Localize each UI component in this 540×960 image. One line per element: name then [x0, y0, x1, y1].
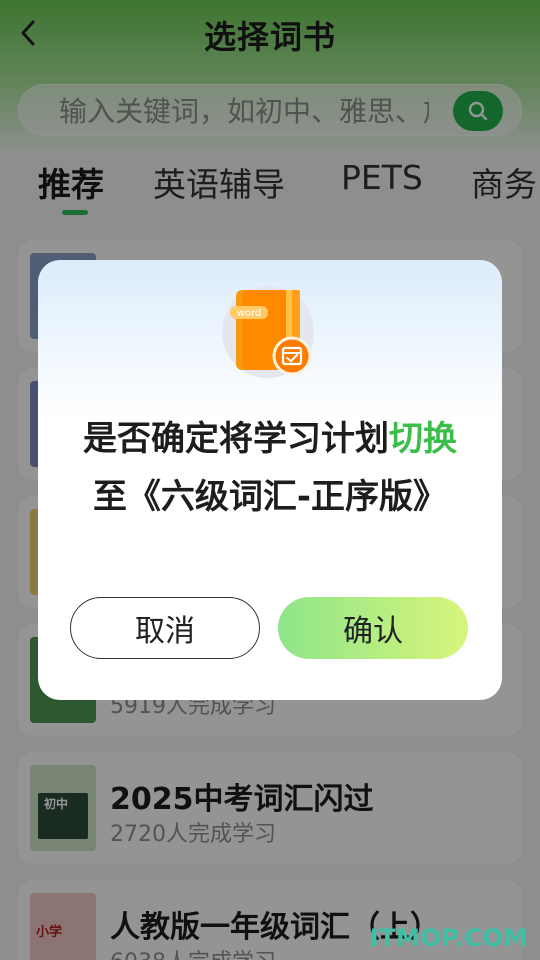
switch-plan-dialog: word 是否确定将学习计划切换至《六级词汇-正序版》 取消 确认 — [38, 260, 502, 700]
dialog-message: 是否确定将学习计划切换至《六级词汇-正序版》 — [74, 410, 466, 526]
watermark: ITMOP.COM — [369, 924, 528, 952]
dialog-message-highlight: 切换 — [389, 419, 457, 459]
word-label: word — [237, 308, 262, 319]
cancel-button[interactable]: 取消 — [70, 597, 260, 659]
confirm-button[interactable]: 确认 — [278, 597, 468, 659]
dialog-message-part2: 至《六级词汇-正序版》 — [92, 477, 448, 517]
word-book-calendar-icon: word — [222, 286, 314, 378]
dialog-message-part1: 是否确定将学习计划 — [83, 419, 389, 459]
